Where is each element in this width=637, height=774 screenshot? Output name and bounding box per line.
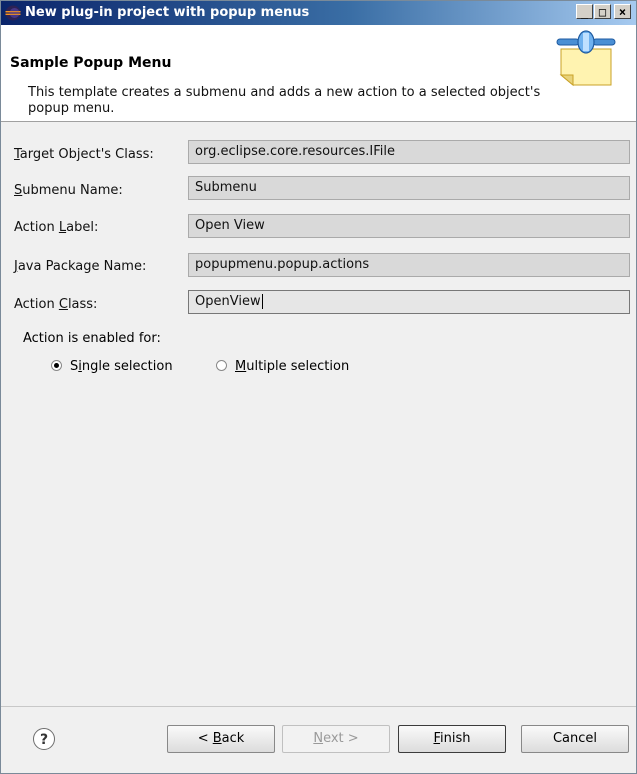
action-class-label: Action Class:	[14, 297, 98, 312]
eclipse-app-icon	[5, 5, 21, 21]
maximize-button[interactable]: □	[594, 4, 611, 19]
next-button[interactable]: Next >	[282, 725, 390, 753]
java-package-name-label: Java Package Name:	[14, 259, 147, 274]
next-button-label: Next >	[313, 731, 359, 746]
java-package-name-field[interactable]: popupmenu.popup.actions	[188, 253, 630, 277]
wizard-banner: Sample Popup Menu This template creates …	[1, 25, 636, 122]
minimize-button[interactable]: _	[576, 4, 593, 19]
plugin-wizard-icon	[556, 30, 616, 87]
title-bar[interactable]: New plug-in project with popup menus _ □…	[1, 1, 636, 25]
action-class-field[interactable]: OpenView	[188, 290, 630, 314]
action-class-value: OpenView	[195, 294, 261, 309]
target-object-class-label: Target Object's Class:	[14, 147, 154, 162]
action-label-field[interactable]: Open View	[188, 214, 630, 238]
multiple-selection-radio[interactable]: Multiple selection	[216, 359, 349, 374]
multiple-selection-label: Multiple selection	[235, 359, 350, 374]
radio-unchecked-icon	[216, 360, 227, 371]
finish-button[interactable]: Finish	[398, 725, 506, 753]
window-title: New plug-in project with popup menus	[25, 5, 310, 20]
close-button[interactable]: ×	[614, 4, 631, 19]
submenu-name-label: Submenu Name:	[14, 183, 123, 198]
single-selection-radio[interactable]: Single selection	[51, 359, 173, 374]
radio-checked-icon	[51, 360, 62, 371]
button-bar-separator	[1, 706, 636, 707]
help-icon[interactable]: ?	[33, 728, 55, 750]
wizard-window: New plug-in project with popup menus _ □…	[0, 0, 637, 774]
text-caret	[261, 294, 263, 309]
cancel-button[interactable]: Cancel	[521, 725, 629, 753]
page-title: Sample Popup Menu	[10, 55, 172, 71]
back-button-label: < Back	[197, 731, 245, 746]
back-button[interactable]: < Back	[167, 725, 275, 753]
enabled-for-label: Action is enabled for:	[23, 331, 161, 346]
single-selection-label: Single selection	[70, 359, 173, 374]
page-description: This template creates a submenu and adds…	[28, 85, 541, 116]
submenu-name-field[interactable]: Submenu	[188, 176, 630, 200]
target-object-class-field[interactable]: org.eclipse.core.resources.IFile	[188, 140, 630, 164]
finish-button-label: Finish	[433, 731, 471, 746]
action-label-label: Action Label:	[14, 220, 99, 235]
